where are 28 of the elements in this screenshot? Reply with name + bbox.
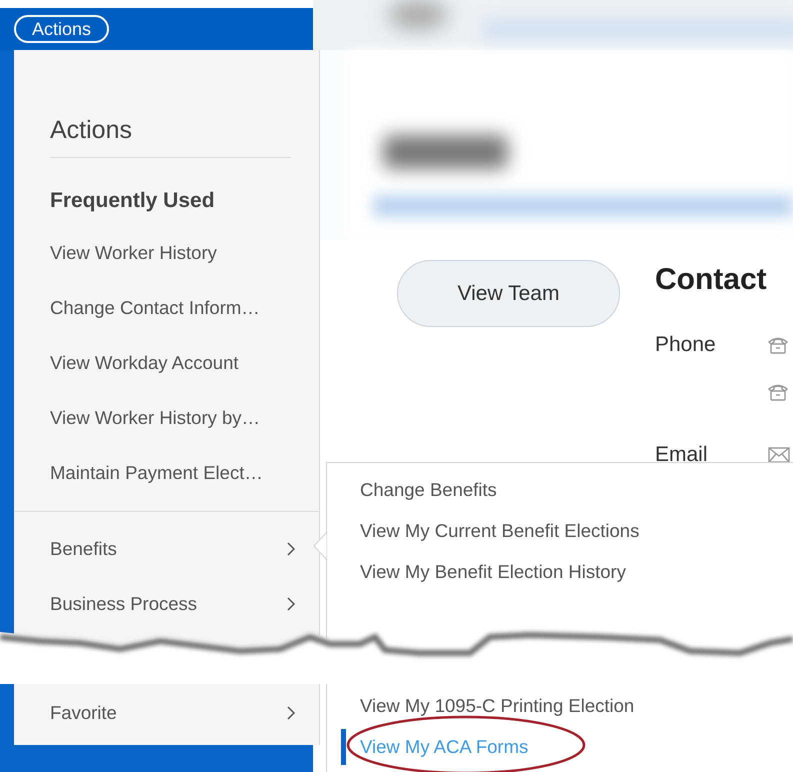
phone-icon [768, 336, 788, 354]
chevron-right-icon [287, 542, 295, 556]
menu-title: Actions [50, 115, 133, 146]
menu-item[interactable]: Maintain Payment Elect… [50, 445, 319, 500]
menu-category[interactable]: Favorite [50, 685, 319, 740]
submenu-item[interactable]: View My Current Benefit Elections [327, 510, 793, 551]
category-label: Business Process [50, 592, 198, 614]
category-label: Benefits [50, 538, 117, 560]
menu-category[interactable]: Benefits [50, 521, 319, 576]
menu-item[interactable]: View Workday Account [50, 335, 319, 390]
category-label: Favorite [50, 702, 117, 724]
menu-item[interactable]: View Worker History [50, 225, 319, 280]
field-label: Email [655, 442, 709, 468]
chevron-right-icon [287, 596, 295, 610]
menu-item[interactable]: Change Contact Inform… [50, 280, 319, 335]
view-team-button[interactable]: View Team [397, 260, 620, 327]
chevron-right-icon [287, 706, 295, 720]
section-heading: Contact [655, 262, 768, 298]
menu-category[interactable]: Business Process [50, 576, 319, 631]
phone-icon [768, 383, 788, 401]
mail-icon [768, 447, 790, 463]
field-label: Phone [655, 332, 717, 358]
menu-section-heading: Frequently Used [50, 188, 216, 214]
menu-item[interactable]: View Worker History by… [50, 390, 319, 445]
submenu-item[interactable]: View My 1095-C Printing Election [327, 685, 793, 726]
actions-button[interactable]: Actions [14, 15, 110, 43]
submenu-item[interactable]: Change Benefits [327, 469, 793, 510]
submenu-item[interactable]: View My Benefit Election History [327, 551, 793, 592]
